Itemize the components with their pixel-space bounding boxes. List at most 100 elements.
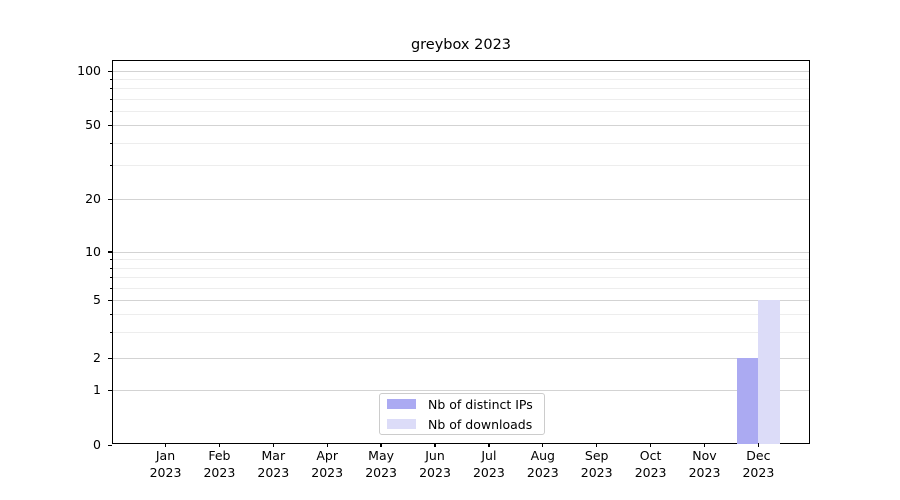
x-axis-tick-label: Jun2023	[406, 448, 464, 481]
major-gridline	[113, 71, 809, 72]
minor-gridline	[113, 165, 809, 166]
major-gridline	[113, 125, 809, 126]
year-label: 2023	[406, 465, 464, 482]
x-axis-tick	[596, 443, 597, 447]
y-axis-tick-label: 50	[1, 117, 101, 133]
y-axis-minor-tick	[110, 111, 112, 112]
month-label: May	[352, 448, 410, 465]
x-axis-tick-label: Aug2023	[514, 448, 572, 481]
minor-gridline	[113, 332, 809, 333]
x-axis-tick-label: Feb2023	[190, 448, 248, 481]
x-axis-tick-label: Apr2023	[298, 448, 356, 481]
y-axis-minor-tick	[110, 332, 112, 333]
legend-label-downloads: Nb of downloads	[428, 416, 532, 433]
y-axis-tick-label: 100	[1, 63, 101, 79]
y-axis-tick-label: 0	[1, 437, 101, 453]
x-axis-tick	[758, 443, 759, 447]
x-axis-tick-label: Dec2023	[729, 448, 787, 481]
chart: greybox 2023 Nb of distinct IPs Nb of do…	[0, 0, 900, 500]
year-label: 2023	[622, 465, 680, 482]
minor-gridline	[113, 143, 809, 144]
y-axis-minor-tick	[110, 143, 112, 144]
y-axis-minor-tick	[110, 288, 112, 289]
major-gridline	[113, 390, 809, 391]
year-label: 2023	[352, 465, 410, 482]
year-label: 2023	[137, 465, 195, 482]
minor-gridline	[113, 88, 809, 89]
y-axis-tick	[108, 251, 112, 252]
y-axis-tick-label: 20	[1, 191, 101, 207]
legend: Nb of distinct IPs Nb of downloads	[379, 393, 545, 435]
y-axis-minor-tick	[110, 268, 112, 269]
x-axis-tick	[542, 443, 543, 447]
minor-gridline	[113, 288, 809, 289]
plot-area: Nb of distinct IPs Nb of downloads 01251…	[112, 60, 810, 444]
minor-gridline	[113, 99, 809, 100]
y-axis-minor-tick	[110, 88, 112, 89]
month-label: Jul	[460, 448, 518, 465]
y-axis-tick	[108, 199, 112, 200]
month-label: Jan	[137, 448, 195, 465]
legend-item-downloads: Nb of downloads	[386, 416, 538, 433]
month-label: Jun	[406, 448, 464, 465]
x-axis-tick	[219, 443, 220, 447]
major-gridline	[113, 358, 809, 359]
bar-nb-of-distinct-ips-dec	[737, 358, 759, 444]
year-label: 2023	[514, 465, 572, 482]
minor-gridline	[113, 277, 809, 278]
y-axis-minor-tick	[110, 165, 112, 166]
y-axis-minor-tick	[110, 277, 112, 278]
legend-label-distinct-ips: Nb of distinct IPs	[428, 396, 533, 413]
major-gridline	[113, 252, 809, 253]
minor-gridline	[113, 314, 809, 315]
x-axis-tick-label: Sep2023	[568, 448, 626, 481]
y-axis-tick	[108, 300, 112, 301]
y-axis-minor-tick	[110, 99, 112, 100]
x-axis-tick	[273, 443, 274, 447]
x-axis-tick	[327, 443, 328, 447]
chart-title: greybox 2023	[112, 36, 810, 54]
x-axis-tick-label: Mar2023	[244, 448, 302, 481]
y-axis-tick-label: 5	[1, 292, 101, 308]
month-label: Mar	[244, 448, 302, 465]
legend-item-distinct-ips: Nb of distinct IPs	[386, 396, 538, 413]
y-axis-tick-label: 1	[1, 382, 101, 398]
month-label: Nov	[676, 448, 734, 465]
major-gridline	[113, 300, 809, 301]
y-axis-minor-tick	[110, 79, 112, 80]
month-label: Apr	[298, 448, 356, 465]
minor-gridline	[113, 259, 809, 260]
y-axis-tick	[108, 71, 112, 72]
legend-swatch-downloads	[387, 419, 416, 429]
x-axis-tick	[380, 443, 381, 447]
month-label: Sep	[568, 448, 626, 465]
y-axis-tick	[108, 390, 112, 391]
x-axis-tick-label: May2023	[352, 448, 410, 481]
legend-swatch-distinct-ips	[387, 399, 416, 409]
y-axis-tick-label: 2	[1, 350, 101, 366]
x-axis-tick	[488, 443, 489, 447]
year-label: 2023	[244, 465, 302, 482]
x-axis-tick	[650, 443, 651, 447]
minor-gridline	[113, 79, 809, 80]
year-label: 2023	[460, 465, 518, 482]
y-axis-minor-tick	[110, 259, 112, 260]
minor-gridline	[113, 111, 809, 112]
year-label: 2023	[676, 465, 734, 482]
x-axis-tick-label: Oct2023	[622, 448, 680, 481]
year-label: 2023	[298, 465, 356, 482]
x-axis-tick-label: Jan2023	[137, 448, 195, 481]
major-gridline	[113, 199, 809, 200]
x-axis-tick-label: Jul2023	[460, 448, 518, 481]
year-label: 2023	[729, 465, 787, 482]
month-label: Dec	[729, 448, 787, 465]
x-axis-tick	[434, 443, 435, 447]
year-label: 2023	[190, 465, 248, 482]
y-axis-tick	[108, 125, 112, 126]
y-axis-tick	[108, 445, 112, 446]
month-label: Oct	[622, 448, 680, 465]
bar-nb-of-downloads-dec	[758, 300, 780, 444]
y-axis-minor-tick	[110, 314, 112, 315]
month-label: Aug	[514, 448, 572, 465]
y-axis-tick	[108, 358, 112, 359]
